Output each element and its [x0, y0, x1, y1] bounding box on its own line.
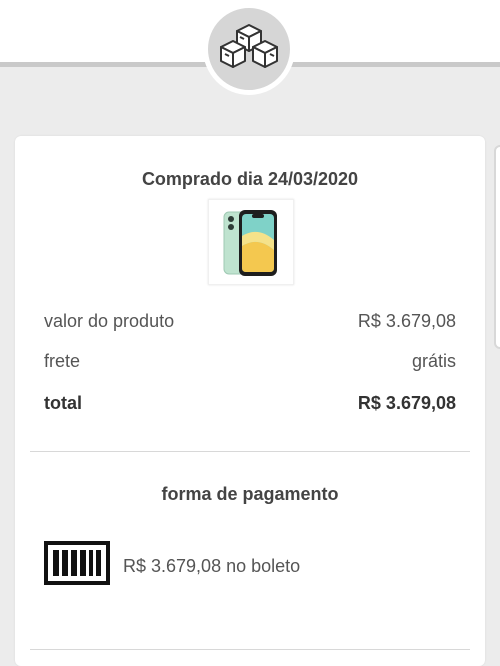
total-amount: R$ 3.679,08 [357, 393, 456, 413]
boxes-icon [203, 3, 295, 95]
payment-description: R$ 3.679,08 no boleto [123, 556, 301, 576]
shipping-value: grátis [411, 351, 456, 371]
product-value-amount: R$ 3.679,08 [357, 311, 456, 331]
section-divider [30, 451, 470, 452]
purchase-date-title: Comprado dia 24/03/2020 [141, 169, 359, 189]
barcode-icon [44, 541, 110, 585]
product-image[interactable] [208, 199, 294, 285]
product-value-label: valor do produto [44, 311, 175, 331]
bottom-divider [30, 649, 470, 650]
payment-method-title: forma de pagamento [161, 484, 339, 504]
total-label: total [44, 393, 82, 413]
next-card-edge[interactable] [494, 145, 500, 349]
shipping-label: frete [44, 351, 81, 371]
order-card: Comprado dia 24/03/2020 valor do produto… [15, 136, 485, 666]
